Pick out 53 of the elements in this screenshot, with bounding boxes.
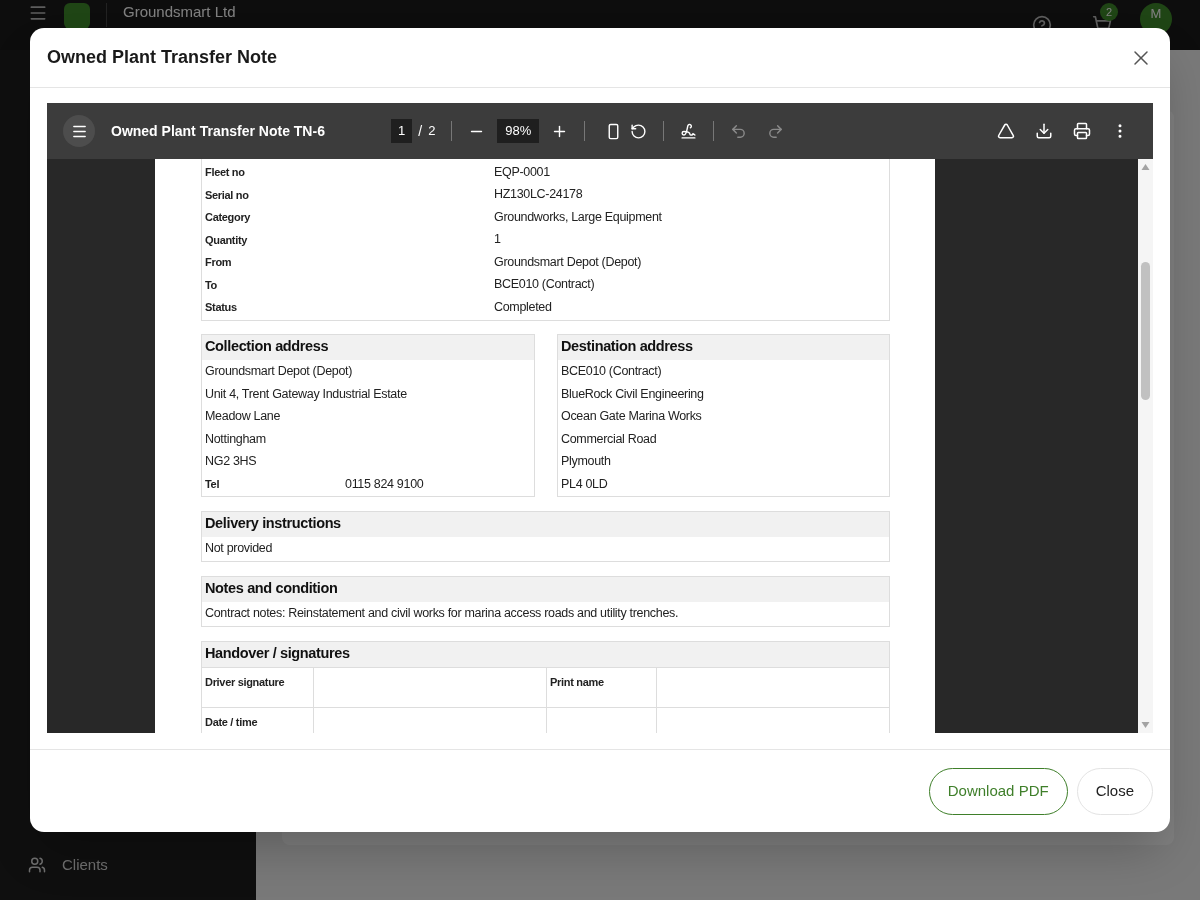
field-value: BCE010 (Contract): [494, 276, 595, 294]
section-heading: Collection address: [202, 334, 534, 360]
field-label: Quantity: [205, 232, 249, 248]
address-line: Commercial Road: [561, 430, 657, 448]
page-count: 2: [428, 122, 436, 141]
download-button[interactable]: Download PDF: [928, 767, 1068, 815]
address-line: Meadow Lane: [205, 408, 281, 426]
sidebar-item[interactable]: Clients: [0, 850, 256, 880]
address-line: Plymouth: [561, 453, 611, 471]
address-line: Unit 4, Trent Gateway Industrial Estate: [205, 385, 407, 403]
address-line: PL4 0LD: [561, 475, 608, 493]
section-heading: Delivery instructions: [202, 511, 889, 537]
page-separator: /: [418, 121, 423, 141]
field-label: Tel: [205, 477, 221, 492]
field-label: To: [205, 277, 218, 293]
field-label: From: [205, 255, 233, 270]
section-heading: Destination address: [558, 334, 889, 360]
cart-count-badge: 2: [1100, 3, 1118, 21]
logo-icon: [64, 3, 90, 29]
field-value: Groundsmart Depot (Depot): [494, 253, 642, 271]
field-label: Date / time: [205, 715, 258, 728]
section-heading: Notes and condition: [202, 576, 889, 602]
field-value: Groundworks, Large Equipment: [494, 208, 662, 226]
page-number-field[interactable]: 1: [391, 119, 413, 143]
document-title: Owned Plant Transfer Note TN-6: [111, 121, 326, 141]
address-line: BCE010 (Contract): [561, 363, 662, 381]
field-value: 0115 824 9100: [345, 475, 424, 493]
field-label: Driver signature: [205, 675, 285, 688]
address-line: BlueRock Civil Engineering: [561, 385, 704, 403]
field-value: 1: [494, 231, 501, 249]
address-line: Groundsmart Depot (Depot): [205, 363, 353, 381]
company-name: Groundsmart Ltd: [123, 3, 236, 21]
address-line: NG2 3HS: [205, 453, 257, 471]
close-button[interactable]: Close: [1076, 767, 1153, 815]
section-text: Contract notes: Reinstatement and civil works for marina access roads and utility trenches.: [205, 605, 679, 623]
field-value: HZ130LC-24178: [494, 186, 583, 204]
users-icon: [28, 856, 46, 874]
field-label: Status: [205, 300, 238, 315]
field-label: Serial no: [205, 187, 250, 203]
dialog-title: Owned Plant Transfer Note: [47, 46, 278, 69]
address-line: Nottingham: [205, 430, 266, 448]
address-line: Ocean Gate Marina Works: [561, 408, 702, 426]
field-label: Category: [205, 210, 252, 225]
field-label: Fleet no: [205, 165, 246, 180]
field-value: Completed: [494, 298, 552, 316]
section-text: Not provided: [205, 540, 273, 558]
menu-icon[interactable]: [63, 115, 95, 147]
field-label: Print name: [550, 675, 604, 688]
menu-icon: [28, 3, 48, 23]
zoom-field[interactable]: 98%: [497, 119, 540, 143]
section-heading: Handover / signatures: [202, 641, 889, 667]
field-value: EQP-0001: [494, 163, 550, 181]
scrollbar[interactable]: [1138, 159, 1153, 733]
